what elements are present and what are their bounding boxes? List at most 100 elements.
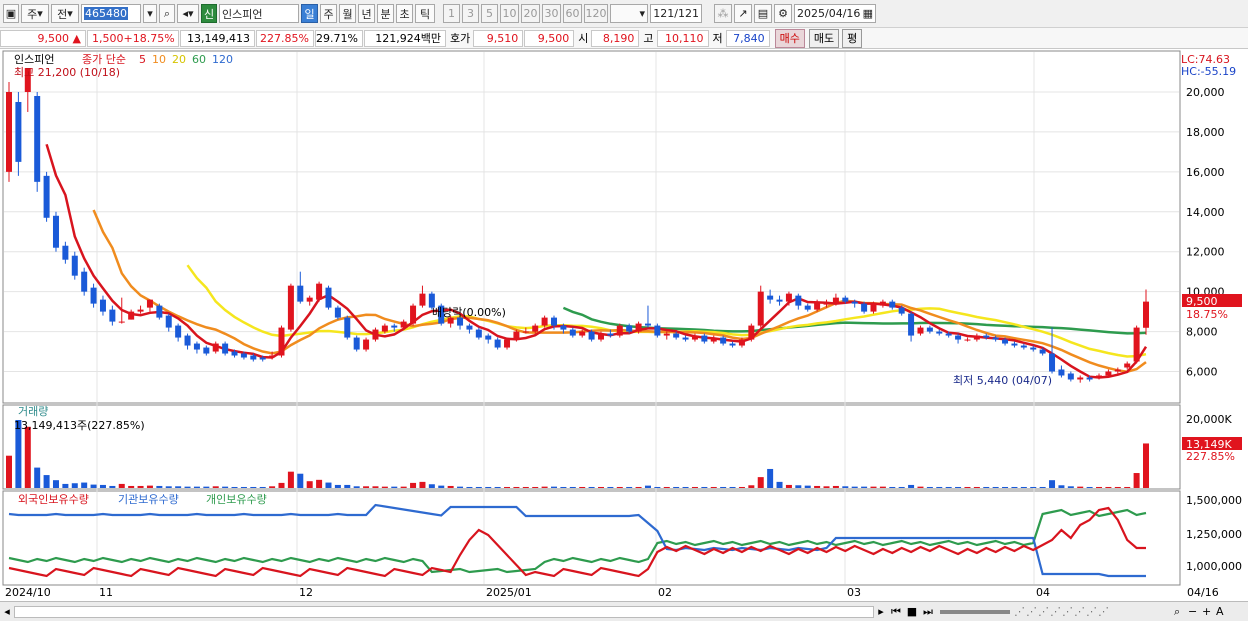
chart-area[interactable]: 20,000 18,000 16,000 14,000 12,000 10,000 8,00… [0,50,1248,601]
interval-60[interactable]: 60 [563,4,582,23]
volume-bar [1133,473,1140,488]
save-icon[interactable]: ▤ [754,4,772,23]
draw-icon[interactable]: ↗ [734,4,752,23]
volume-bar [597,486,604,488]
candle-body [785,293,792,302]
tab-week[interactable]: 주 [320,4,337,23]
tab-year[interactable]: 년 [358,4,375,23]
interval-120[interactable]: 120 [584,4,608,23]
volume-bar [353,486,360,488]
candle-body [720,337,727,344]
interval-3[interactable]: 3 [462,4,479,23]
search-icon[interactable]: ⌕ [159,4,175,23]
last-icon[interactable]: ⏭ [920,605,936,619]
tab-second[interactable]: 초 [396,4,413,23]
tab-minute[interactable]: 분 [377,4,394,23]
turnover-rate: 29.71% [315,29,363,47]
chart-tool-icon[interactable]: ⁂ [714,4,732,23]
volume-bar [363,486,370,488]
volume-bar [344,484,351,488]
candle-body [165,315,172,328]
buy-button[interactable]: 매수 [774,28,805,48]
x-label-2025-01: 2025/01 [486,586,532,599]
volume-bar [269,486,276,488]
prev-select[interactable]: 전 ▾ [51,4,79,23]
tab-tick[interactable]: 틱 [415,4,435,23]
low-price: 7,840 [725,29,770,47]
volume-bar [1096,486,1103,488]
volume-bar [851,486,858,488]
calendar-icon[interactable]: ▦ [863,7,873,20]
candle-body [1077,377,1084,380]
candle-body [654,325,661,336]
zoom-in-icon[interactable]: + [1202,605,1216,618]
interval-10[interactable]: 10 [500,4,519,23]
candle-body [804,305,811,310]
candle-body [466,325,473,330]
volume-bar [485,486,492,488]
sell-button[interactable]: 매도 [808,28,840,48]
zoom-icon[interactable]: ⌕ [1174,605,1188,619]
speaker-icon[interactable]: ◂▾ [177,4,199,23]
candle-body [1105,371,1112,376]
trade-amount: 121,924백만 [364,29,446,47]
hc-value: HC:-55.19 [1181,65,1236,78]
volume-bar [588,486,595,488]
x-label-last: 04/16 [1187,586,1219,599]
tab-month[interactable]: 월 [339,4,356,23]
volume-bar [71,483,78,488]
tool-icons[interactable]: ⋰⋰⋰⋰⋰⋰⋰⋰ [1014,605,1174,618]
candle-body [372,329,379,340]
stock-code-input[interactable]: 465480 [81,4,141,23]
legend-ma-10: 10 [152,53,166,66]
interval-1[interactable]: 1 [443,4,460,23]
candle-body [494,339,501,348]
interval-20[interactable]: 20 [521,4,540,23]
stop-icon[interactable]: ■ [904,605,920,618]
candle-body [1020,345,1027,348]
candle-body [729,343,736,346]
scroll-left-icon[interactable]: ◂ [0,605,14,618]
date-value: 2025/04/16 [797,7,861,20]
code-dropdown-icon[interactable]: ▾ [143,4,157,23]
first-icon[interactable]: ⏮ [888,605,904,619]
horizontal-scrollbar[interactable] [14,605,874,618]
stock-chart[interactable]: 20,00018,00016,00014,00012,00010,0008,00… [0,50,1248,601]
candle-body [325,287,332,308]
candle-body [635,323,642,332]
volume-bar [785,484,792,488]
font-icon[interactable]: A [1216,605,1230,618]
candle-body [316,283,323,300]
gear-icon[interactable]: ⚙ [774,4,792,23]
interval-custom-select[interactable]: ▾ [610,4,648,23]
interval-5[interactable]: 5 [481,4,498,23]
volume-bar [973,486,980,488]
eval-button[interactable]: 평 [842,28,863,48]
volume-bar [804,485,811,488]
candle-body [569,329,576,336]
candle-body [1124,363,1131,368]
volume-bar [419,481,426,488]
candle-body [1002,339,1009,344]
volume-bar [945,486,952,488]
zoom-out-icon[interactable]: − [1188,605,1202,618]
volume-bar [212,486,219,488]
tab-day[interactable]: 일 [301,4,318,23]
x-label-12: 12 [299,586,313,599]
zoom-slider[interactable] [940,609,1010,614]
layout-icon[interactable]: ▣ [3,4,19,23]
volume-bar [109,485,116,488]
volume-bar [43,475,50,488]
scroll-right-icon[interactable]: ▸ [874,605,888,618]
candle-body [701,335,708,342]
candle-body [579,331,586,336]
volume-bar [410,482,417,488]
interval-30[interactable]: 30 [542,4,561,23]
period-type-select[interactable]: 주 ▾ [21,4,49,23]
date-input[interactable]: 2025/04/16 ▦ [794,4,876,23]
candle-body [81,271,88,292]
count-input[interactable]: 121/121 [650,4,702,23]
legend-stock-name: 인스피언 [14,53,54,66]
y-tick-label: 20,000 [1186,86,1225,99]
volume-bar [325,482,332,488]
